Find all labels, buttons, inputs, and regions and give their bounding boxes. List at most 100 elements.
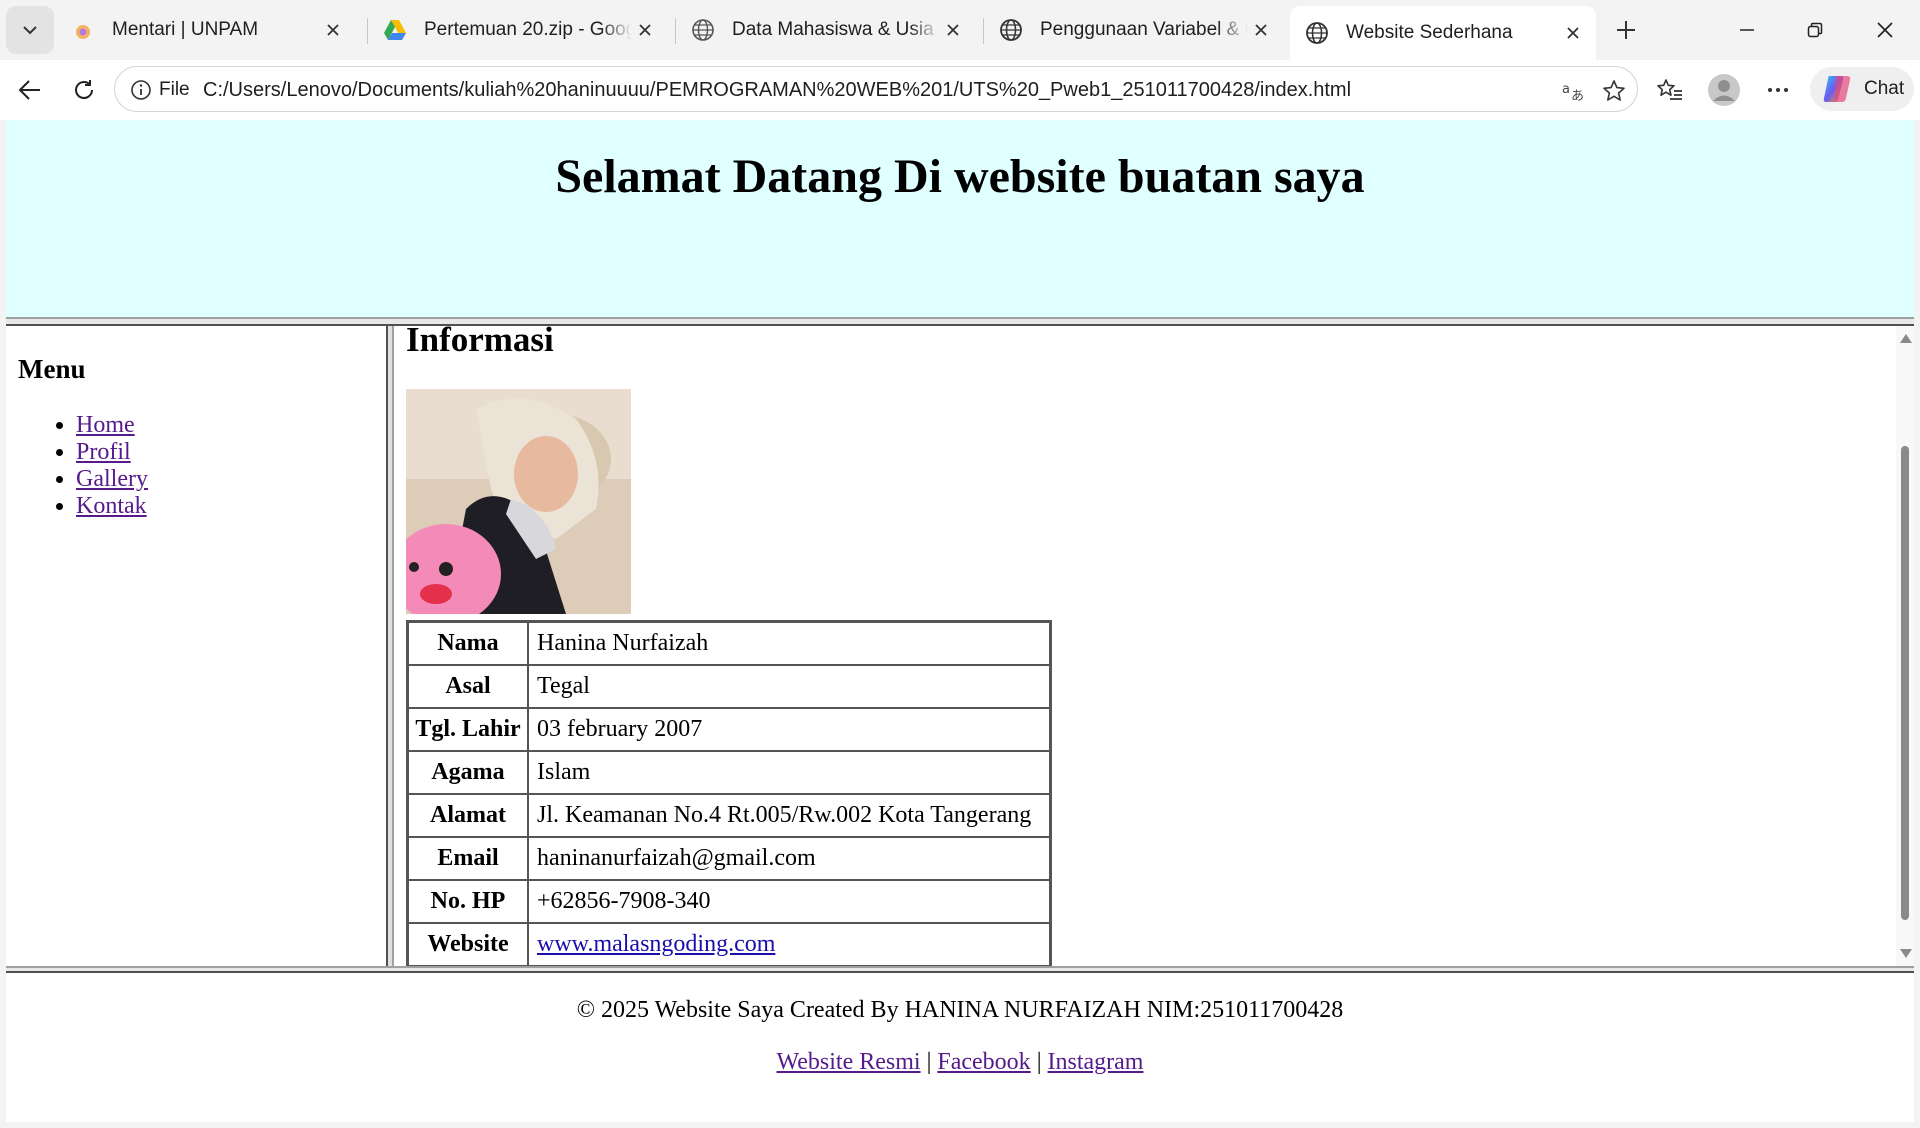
favorites-button[interactable]	[1650, 70, 1690, 110]
link-separator: |	[1036, 1049, 1042, 1075]
row-label: Email	[408, 837, 528, 880]
translate-icon[interactable]: aあ	[1559, 76, 1589, 106]
close-icon[interactable]	[320, 17, 346, 43]
page-viewport: Selamat Datang Di website buatan saya Me…	[6, 120, 1914, 1122]
close-icon[interactable]	[632, 17, 658, 43]
favorites-icon	[1657, 79, 1682, 100]
tab-title: Penggunaan Variabel & Operator	[1040, 19, 1248, 40]
menu-list: Home Profil Gallery Kontak	[30, 412, 148, 520]
info-title: Informasi	[406, 326, 554, 359]
frame-divider[interactable]	[6, 317, 1914, 326]
close-icon	[1877, 22, 1893, 38]
row-value: 03 february 2007	[528, 708, 1050, 751]
tab-title: Pertemuan 20.zip - Google Drive	[424, 19, 632, 40]
row-value: www.malasngoding.com	[528, 923, 1050, 966]
copilot-chat-button[interactable]: Chat	[1810, 67, 1914, 111]
profile-button[interactable]	[1704, 70, 1744, 110]
table-row: Tgl. Lahir 03 february 2007	[408, 708, 1050, 751]
menu-link-gallery[interactable]: Gallery	[76, 466, 148, 492]
info-icon[interactable]	[129, 78, 153, 102]
page-header: Selamat Datang Di website buatan saya	[6, 120, 1914, 318]
info-table: Nama Hanina Nurfaizah Asal Tegal Tgl. La…	[406, 620, 1052, 966]
close-icon[interactable]	[940, 17, 966, 43]
table-row: Nama Hanina Nurfaizah	[408, 622, 1050, 665]
page-title: Selamat Datang Di website buatan saya	[555, 150, 1365, 203]
row-label: Tgl. Lahir	[408, 708, 528, 751]
new-tab-button[interactable]	[1608, 12, 1644, 48]
frame-divider[interactable]	[6, 966, 1914, 973]
close-window-button[interactable]	[1860, 10, 1910, 50]
row-value: haninanurfaizah@gmail.com	[528, 837, 1050, 880]
menu-link-kontak[interactable]: Kontak	[76, 493, 147, 519]
tab-data-mahasiswa[interactable]: Data Mahasiswa & Usia	[676, 6, 976, 54]
back-button[interactable]	[10, 70, 50, 110]
scroll-down-arrow-icon[interactable]	[1900, 949, 1912, 958]
minimize-icon	[1740, 29, 1754, 31]
arrow-left-icon	[18, 80, 40, 100]
tab-website-sederhana[interactable]: Website Sederhana	[1290, 6, 1596, 60]
row-value: +62856-7908-340	[528, 880, 1050, 923]
reload-button[interactable]	[64, 70, 104, 110]
scroll-thumb[interactable]	[1901, 446, 1909, 920]
row-value: Islam	[528, 751, 1050, 794]
row-label: Asal	[408, 665, 528, 708]
tab-title: Data Mahasiswa & Usia	[732, 19, 934, 40]
tab-title: Mentari | UNPAM	[112, 19, 259, 40]
tab-penggunaan-variabel[interactable]: Penggunaan Variabel & Operator	[984, 6, 1284, 54]
more-options-button[interactable]	[1758, 70, 1798, 110]
link-separator: |	[926, 1049, 932, 1075]
tab-search-button[interactable]	[6, 6, 54, 54]
restore-button[interactable]	[1790, 10, 1840, 50]
chat-label: Chat	[1864, 78, 1905, 99]
star-icon[interactable]	[1599, 76, 1629, 106]
menu-item: Gallery	[76, 466, 148, 493]
table-row: No. HP +62856-7908-340	[408, 880, 1050, 923]
globe-icon	[1304, 20, 1330, 46]
restore-icon	[1807, 22, 1823, 38]
url-text[interactable]: C:/Users/Lenovo/Documents/kuliah%20hanin…	[203, 79, 1351, 102]
tab-strip: Mentari | UNPAM Pertemuan 20.zip - Googl…	[0, 0, 1920, 60]
google-drive-icon	[382, 17, 408, 43]
svg-text:あ: あ	[1571, 89, 1584, 103]
menu-title: Menu	[18, 354, 86, 384]
menu-item: Home	[76, 412, 148, 439]
website-link[interactable]: www.malasngoding.com	[537, 931, 775, 957]
browser-toolbar: File C:/Users/Lenovo/Documents/kuliah%20…	[0, 60, 1920, 120]
address-bar[interactable]: File C:/Users/Lenovo/Documents/kuliah%20…	[114, 66, 1638, 112]
scroll-up-arrow-icon[interactable]	[1900, 334, 1912, 343]
sidebar-menu: Menu Home Profil Gallery Kontak	[6, 326, 386, 966]
row-label: Agama	[408, 751, 528, 794]
main-content: Informasi Nama Hanina Nurfaizah Asal Teg…	[394, 326, 1894, 966]
menu-item: Profil	[76, 439, 148, 466]
menu-link-profil[interactable]: Profil	[76, 439, 131, 465]
globe-icon	[998, 17, 1024, 43]
avatar-icon	[1708, 74, 1740, 106]
url-scheme: File	[159, 79, 190, 100]
row-label: No. HP	[408, 880, 528, 923]
footer-links: Website Resmi | Facebook | Instagram	[6, 1049, 1914, 1076]
minimize-button[interactable]	[1722, 10, 1772, 50]
row-label: Alamat	[408, 794, 528, 837]
tab-mentari[interactable]: Mentari | UNPAM	[56, 6, 356, 54]
footer-link-facebook[interactable]: Facebook	[937, 1049, 1030, 1075]
footer-link-website-resmi[interactable]: Website Resmi	[777, 1049, 921, 1075]
row-label: Website	[408, 923, 528, 966]
plus-icon	[1617, 21, 1635, 39]
profile-photo	[406, 389, 631, 614]
tab-google-drive[interactable]: Pertemuan 20.zip - Google Drive	[368, 6, 668, 54]
table-row: Email haninanurfaizah@gmail.com	[408, 837, 1050, 880]
close-icon[interactable]	[1560, 20, 1586, 46]
chevron-down-icon	[23, 26, 37, 35]
more-icon	[1768, 88, 1788, 92]
unpam-logo-icon	[70, 17, 96, 43]
main-scrollbar[interactable]	[1896, 326, 1914, 966]
close-icon[interactable]	[1248, 17, 1274, 43]
table-row: Website www.malasngoding.com	[408, 923, 1050, 966]
table-row: Alamat Jl. Keamanan No.4 Rt.005/Rw.002 K…	[408, 794, 1050, 837]
menu-item: Kontak	[76, 493, 148, 520]
footer-link-instagram[interactable]: Instagram	[1048, 1049, 1144, 1075]
frame-divider-vertical[interactable]	[386, 326, 394, 966]
menu-link-home[interactable]: Home	[76, 412, 135, 438]
row-value: Hanina Nurfaizah	[528, 622, 1050, 665]
row-value: Jl. Keamanan No.4 Rt.005/Rw.002 Kota Tan…	[528, 794, 1050, 837]
